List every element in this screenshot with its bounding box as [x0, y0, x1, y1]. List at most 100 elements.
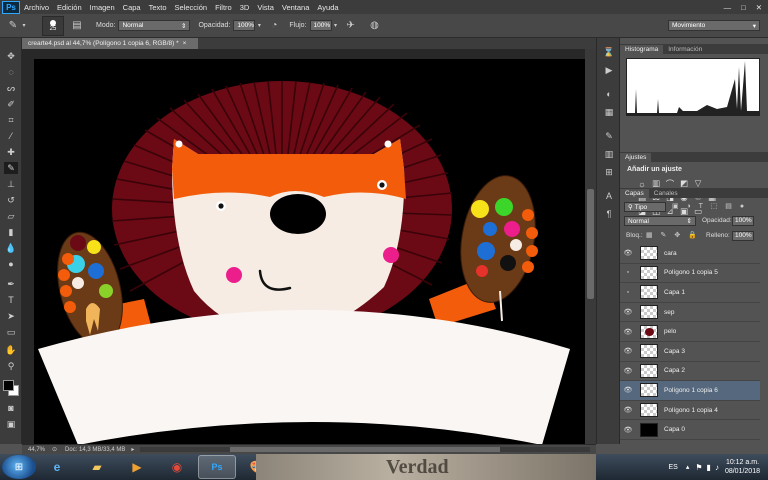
- lasso-tool-icon[interactable]: ᔕ: [4, 82, 18, 94]
- swatches-panel-icon[interactable]: ▦: [603, 106, 615, 118]
- status-menu-icon[interactable]: ⊙: [52, 446, 57, 453]
- workspace-select[interactable]: Movimiento ▾: [668, 20, 760, 31]
- quick-mask-icon[interactable]: ◙: [4, 402, 18, 414]
- mode-select[interactable]: Normal ⇕: [118, 20, 191, 31]
- menu-3d[interactable]: 3D: [240, 3, 250, 12]
- visibility-off-icon[interactable]: ▫: [620, 269, 636, 276]
- brush-tool-icon[interactable]: ✎: [6, 19, 20, 33]
- document-canvas[interactable]: [34, 59, 586, 445]
- layer-name[interactable]: Capa 0: [664, 426, 685, 433]
- fill-input[interactable]: 100%: [732, 231, 754, 241]
- close-icon[interactable]: ✕: [756, 3, 762, 12]
- layer-row-poligono-1-copia-5[interactable]: ▫ Polígono 1 copia 5: [620, 264, 760, 284]
- shape-tool-icon[interactable]: ▭: [4, 326, 18, 338]
- file-explorer-icon[interactable]: ▰: [78, 455, 116, 479]
- tab-canales[interactable]: Canales: [649, 189, 683, 198]
- actions-panel-icon[interactable]: ▶: [603, 64, 615, 76]
- brush-tool-icon[interactable]: ✎: [4, 162, 18, 174]
- chevron-down-icon[interactable]: ▾: [332, 19, 340, 33]
- visibility-eye-icon[interactable]: 👁: [620, 426, 636, 434]
- layer-row-pelo[interactable]: 👁 pelo: [620, 322, 760, 342]
- marquee-tool-icon[interactable]: ◌: [4, 66, 18, 78]
- canvas-vertical-scrollbar[interactable]: [585, 49, 596, 444]
- layer-blend-select[interactable]: Normal ⇕: [624, 216, 696, 226]
- layer-filter-select[interactable]: ⚲ Tipo: [624, 202, 666, 212]
- clock[interactable]: 10:12 a.m. 08/01/2018: [725, 458, 760, 476]
- visibility-off-icon[interactable]: ▫: [620, 289, 636, 296]
- layer-name[interactable]: Capa 2: [664, 367, 685, 374]
- menu-seleccion[interactable]: Selección: [175, 3, 208, 12]
- layer-name[interactable]: Capa 3: [664, 348, 685, 355]
- layer-name[interactable]: Polígono 1 copia 5: [664, 269, 718, 276]
- start-button[interactable]: ⊞: [2, 455, 36, 479]
- horizontal-scrollbar[interactable]: [140, 447, 590, 452]
- menu-imagen[interactable]: Imagen: [90, 3, 115, 12]
- media-player-icon[interactable]: ▶: [118, 455, 156, 479]
- menu-ayuda[interactable]: Ayuda: [317, 3, 338, 12]
- menu-filtro[interactable]: Filtro: [215, 3, 232, 12]
- canvas-workspace[interactable]: [22, 49, 596, 445]
- chevron-down-icon[interactable]: ▾: [20, 19, 28, 33]
- layer-row-capa-3[interactable]: 👁 Capa 3: [620, 342, 760, 362]
- zoom-level[interactable]: 44,7%: [28, 447, 52, 453]
- scrollbar-thumb[interactable]: [587, 189, 594, 299]
- pen-tool-icon[interactable]: ✒: [4, 278, 18, 290]
- chevron-right-icon[interactable]: ▸: [131, 446, 134, 453]
- stamp-tool-icon[interactable]: ⊥: [4, 178, 18, 190]
- volume-icon[interactable]: ♪: [715, 463, 719, 472]
- hand-tool-icon[interactable]: ✋: [4, 344, 18, 356]
- eraser-tool-icon[interactable]: ▱: [4, 210, 18, 222]
- layer-name[interactable]: pelo: [664, 328, 676, 335]
- crop-tool-icon[interactable]: ⌗: [4, 114, 18, 126]
- visibility-eye-icon[interactable]: 👁: [620, 386, 636, 394]
- network-icon[interactable]: ▮: [707, 463, 711, 472]
- layer-opacity-input[interactable]: 100%: [732, 216, 754, 226]
- menu-ventana[interactable]: Ventana: [282, 3, 310, 12]
- layer-name[interactable]: Capa 1: [664, 289, 685, 296]
- type-tool-icon[interactable]: T: [4, 294, 18, 306]
- layer-name[interactable]: cara: [664, 250, 677, 257]
- screen-mode-icon[interactable]: ▣: [4, 418, 18, 430]
- layer-row-poligono-1-copia-6[interactable]: 👁 Polígono 1 copia 6: [620, 381, 760, 401]
- maximize-icon[interactable]: □: [741, 3, 746, 12]
- layer-name[interactable]: sep: [664, 309, 674, 316]
- pressure-size-icon[interactable]: ◍: [368, 19, 382, 33]
- menu-texto[interactable]: Texto: [149, 3, 167, 12]
- character-panel-icon[interactable]: A: [603, 190, 615, 202]
- action-center-icon[interactable]: ⚑: [695, 463, 702, 472]
- color-panel-icon[interactable]: ◐: [603, 88, 615, 100]
- visibility-eye-icon[interactable]: 👁: [620, 328, 636, 336]
- close-tab-icon[interactable]: ×: [183, 40, 187, 47]
- layer-name[interactable]: Polígono 1 copia 6: [664, 387, 718, 394]
- language-indicator[interactable]: ES: [669, 464, 678, 471]
- document-tab[interactable]: crearte4.psd al 44,7% (Polígono 1 copia …: [22, 38, 198, 49]
- menu-archivo[interactable]: Archivo: [24, 3, 49, 12]
- quick-select-tool-icon[interactable]: ✐: [4, 98, 18, 110]
- opacity-input[interactable]: 100%: [233, 20, 256, 31]
- tab-histograma[interactable]: Histograma: [620, 45, 664, 54]
- paragraph-panel-icon[interactable]: ¶: [603, 208, 615, 220]
- menu-edicion[interactable]: Edición: [57, 3, 82, 12]
- photoshop-taskbar-icon[interactable]: Ps: [198, 455, 236, 479]
- gradient-tool-icon[interactable]: ▮: [4, 226, 18, 238]
- visibility-eye-icon[interactable]: 👁: [620, 406, 636, 414]
- blur-tool-icon[interactable]: 💧: [4, 242, 18, 254]
- layer-row-capa-1[interactable]: ▫ Capa 1: [620, 283, 760, 303]
- tab-informacion[interactable]: Información: [663, 45, 707, 54]
- healing-tool-icon[interactable]: ✚: [4, 146, 18, 158]
- internet-explorer-icon[interactable]: e: [38, 455, 76, 479]
- tab-ajustes[interactable]: Ajustes: [620, 153, 652, 162]
- tab-capas[interactable]: Capas: [620, 189, 649, 198]
- tray-arrow-icon[interactable]: ▴: [686, 463, 690, 471]
- brush-panel-icon[interactable]: ✎: [603, 130, 615, 142]
- visibility-eye-icon[interactable]: 👁: [620, 249, 636, 257]
- scrollbar-thumb[interactable]: [230, 447, 501, 452]
- pressure-opacity-icon[interactable]: ◔: [267, 19, 281, 33]
- zoom-tool-icon[interactable]: ⚲: [4, 360, 18, 372]
- history-brush-tool-icon[interactable]: ↺: [4, 194, 18, 206]
- menu-vista[interactable]: Vista: [257, 3, 274, 12]
- layer-row-capa-2[interactable]: 👁 Capa 2: [620, 362, 760, 382]
- brush-preset-picker[interactable]: 25: [42, 15, 64, 36]
- layer-name[interactable]: Polígono 1 copia 4: [664, 407, 718, 414]
- minimize-icon[interactable]: —: [724, 3, 732, 12]
